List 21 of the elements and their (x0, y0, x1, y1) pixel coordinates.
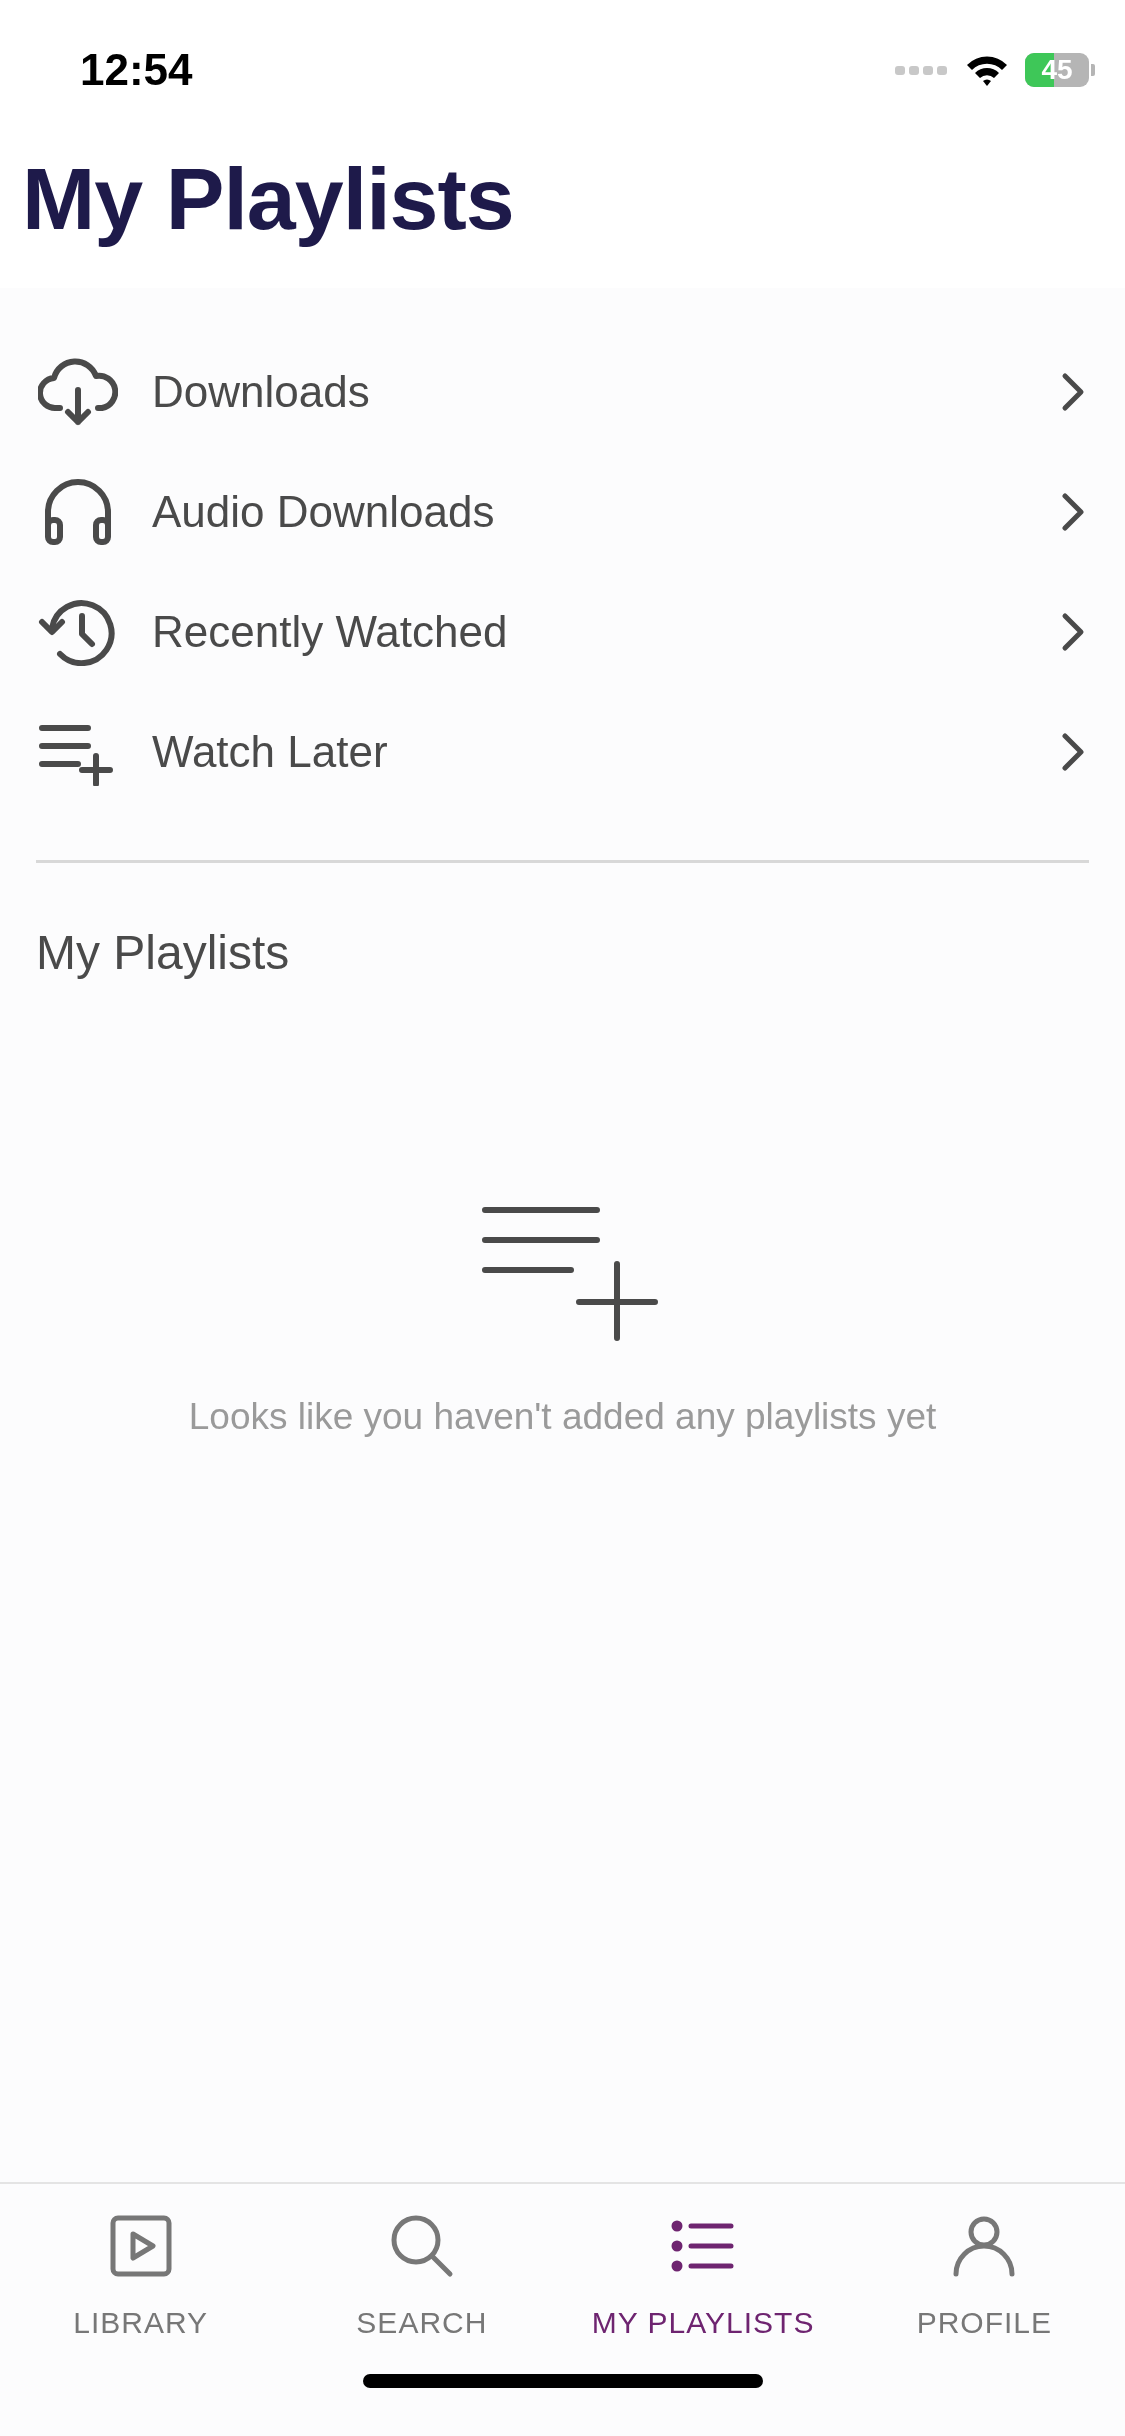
tab[interactable]: PROFILE (843, 2184, 1125, 2364)
chevron-right-icon (1061, 492, 1085, 532)
menu-item[interactable]: Watch Later (0, 692, 1125, 812)
search-icon (389, 2214, 454, 2278)
tab[interactable]: LIBRARY (0, 2184, 282, 2364)
section-heading: My Playlists (35, 925, 291, 980)
history-icon (38, 598, 118, 666)
chevron-right-icon (1061, 372, 1085, 412)
cloud-download-icon (38, 358, 118, 426)
chevron-right-icon (1061, 612, 1085, 652)
menu-item[interactable]: Audio Downloads (0, 452, 1125, 572)
profile-icon (952, 2214, 1017, 2278)
empty-message: Looks like you haven't added any playlists yet (188, 1396, 937, 1438)
chevron-right-icon (1061, 732, 1085, 772)
signal-icon (895, 63, 949, 77)
menu-item[interactable]: Downloads (0, 332, 1125, 452)
menu-item[interactable]: Recently Watched (0, 572, 1125, 692)
play-square-icon (108, 2214, 173, 2278)
tab[interactable]: SEARCH (281, 2184, 563, 2364)
tab[interactable]: MY PLAYLISTS (562, 2184, 844, 2364)
status-time: 12:54 (80, 45, 193, 95)
